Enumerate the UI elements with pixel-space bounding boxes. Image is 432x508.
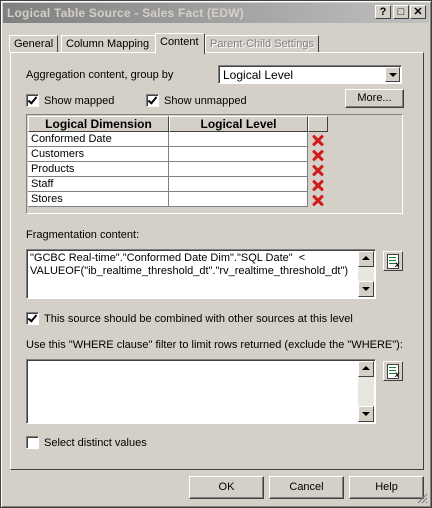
maximize-icon: □ (397, 6, 405, 18)
aggregation-dropdown[interactable]: Logical Level (218, 65, 402, 84)
tab-strip: General Column Mapping Content Parent-Ch… (9, 33, 429, 54)
chevron-down-icon (389, 73, 397, 77)
dimension-cell: Conformed Date (28, 132, 169, 147)
logical-level-grid: Logical Dimension Logical Level Conforme… (26, 114, 403, 214)
delete-icon[interactable] (310, 163, 325, 177)
where-label: Use this "WHERE clause" filter to limit … (26, 339, 403, 351)
table-row[interactable]: Customers (28, 147, 308, 162)
level-cell[interactable] (169, 147, 308, 162)
dimension-cell: Customers (28, 147, 169, 162)
aggregation-value: Logical Level (223, 68, 294, 82)
level-cell[interactable] (169, 132, 308, 147)
maximize-button[interactable]: □ (393, 5, 409, 19)
window-title: Logical Table Source - Sales Fact (EDW) (7, 6, 244, 20)
delete-icon[interactable] (310, 178, 325, 192)
cancel-button[interactable]: Cancel (269, 476, 344, 499)
dimension-cell: Staff (28, 177, 169, 192)
tab-parent-child-settings: Parent-Child Settings (205, 35, 319, 52)
delete-icon[interactable] (310, 148, 325, 162)
fragmentation-text: "GCBC Real-time"."Conformed Date Dim"."S… (30, 252, 349, 277)
dimension-cell: Products (28, 162, 169, 177)
delete-icon[interactable] (310, 133, 325, 147)
tab-column-mapping[interactable]: Column Mapping (61, 35, 157, 52)
title-bar: Logical Table Source - Sales Fact (EDW) … (3, 3, 429, 23)
table-row[interactable]: Staff (28, 177, 308, 192)
table-row[interactable]: Conformed Date (28, 132, 308, 147)
show-unmapped-checkbox[interactable] (146, 94, 159, 107)
grid-header-level: Logical Level (169, 116, 308, 132)
combine-label: This source should be combined with othe… (44, 313, 353, 325)
vertical-scrollbar[interactable] (358, 361, 374, 422)
delete-icon[interactable] (310, 193, 325, 207)
resize-grip-icon[interactable] (416, 492, 428, 504)
chevron-down-icon (362, 412, 370, 416)
show-unmapped-label: Show unmapped (164, 95, 247, 107)
scroll-down-button[interactable] (358, 281, 374, 297)
chevron-down-icon (362, 287, 370, 291)
fragmentation-label: Fragmentation content: (26, 229, 140, 241)
tab-content[interactable]: Content (155, 33, 205, 54)
help-button[interactable]: Help (349, 476, 424, 499)
more-button[interactable]: More... (345, 89, 404, 108)
show-mapped-checkbox[interactable] (26, 94, 39, 107)
scroll-up-button[interactable] (358, 361, 374, 377)
ok-button[interactable]: OK (189, 476, 264, 499)
grid-header-blank (308, 116, 328, 132)
fragmentation-expression-button[interactable]: x (383, 251, 403, 271)
dropdown-arrow[interactable] (385, 67, 400, 82)
scroll-up-button[interactable] (358, 251, 374, 267)
where-expression-button[interactable]: x (383, 361, 403, 381)
level-cell[interactable] (169, 192, 308, 207)
fragmentation-textarea[interactable]: "GCBC Real-time"."Conformed Date Dim"."S… (26, 249, 376, 299)
help-title-button[interactable]: ? (375, 5, 391, 19)
close-icon: ✕ (413, 6, 423, 18)
question-icon: ? (379, 6, 387, 18)
distinct-label: Select distinct values (44, 437, 147, 449)
vertical-scrollbar[interactable] (358, 251, 374, 297)
where-textarea[interactable] (26, 359, 376, 424)
table-row[interactable]: Products (28, 162, 308, 177)
level-cell[interactable] (169, 177, 308, 192)
combine-checkbox[interactable] (26, 312, 39, 325)
close-button[interactable]: ✕ (410, 5, 426, 19)
fx-icon: x (395, 370, 400, 379)
dimension-cell: Stores (28, 192, 169, 207)
show-mapped-label: Show mapped (44, 95, 115, 107)
distinct-checkbox[interactable] (26, 436, 39, 449)
level-cell[interactable] (169, 162, 308, 177)
grid-header-dimension: Logical Dimension (28, 116, 169, 132)
dialog-window: Logical Table Source - Sales Fact (EDW) … (0, 0, 432, 508)
table-row[interactable]: Stores (28, 192, 308, 207)
fx-icon: x (395, 260, 400, 269)
scroll-down-button[interactable] (358, 406, 374, 422)
chevron-up-icon (362, 256, 370, 260)
aggregation-label: Aggregation content, group by (26, 69, 174, 81)
tab-general[interactable]: General (9, 35, 58, 52)
chevron-up-icon (362, 366, 370, 370)
